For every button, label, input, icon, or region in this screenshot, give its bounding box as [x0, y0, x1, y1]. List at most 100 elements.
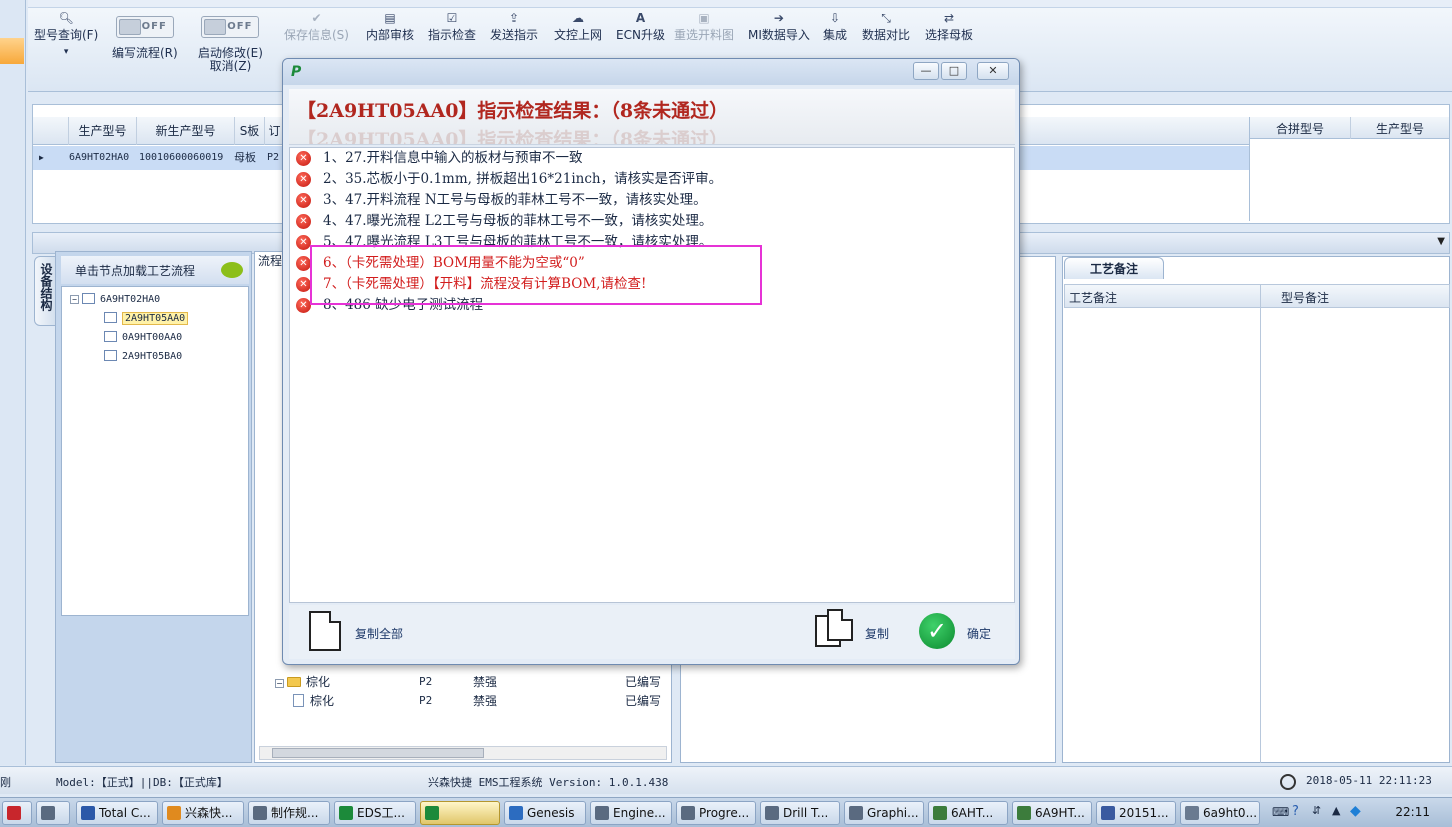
list-item[interactable]: ✕ 1、27.开料信息中输入的板材与预审不一致 — [296, 148, 583, 168]
table-cell[interactable]: 10010600060019 — [135, 146, 223, 170]
speech-bubble-icon[interactable] — [221, 262, 243, 278]
scrollbar-thumb[interactable] — [272, 748, 484, 758]
column-header[interactable]: 型号备注 — [1281, 289, 1329, 306]
app-tray-icon[interactable]: ◆ — [1350, 803, 1361, 819]
taskbar-item[interactable]: EDS工... — [334, 801, 416, 825]
chevron-down-icon[interactable]: ▾ — [64, 47, 69, 57]
column-header[interactable]: 合拼型号 — [1276, 120, 1324, 137]
cloud-upload-icon: ☁ — [572, 11, 584, 25]
mi-data-import-button[interactable]: ➔ MI数据导入 — [748, 10, 810, 43]
table-cell[interactable]: 母板 — [230, 146, 256, 170]
select-master-board-button[interactable]: ⇄ 选择母板 — [925, 10, 973, 43]
list-item[interactable]: ✕ 2、35.芯板小于0.1mm, 拼板超出16*21inch，请核实是否评审。 — [296, 169, 722, 189]
taskbar-item[interactable]: Progre... — [676, 801, 756, 825]
compress-icon: ⤡ — [881, 11, 891, 25]
table-cell[interactable]: P2 — [263, 146, 279, 170]
process-row[interactable]: 棕化 P2 禁强 已编写 — [293, 692, 661, 710]
taskbar-item[interactable]: Total C... — [76, 801, 158, 825]
taskbar-item[interactable]: 20151... — [1096, 801, 1176, 825]
tree-node[interactable]: 2A9HT05BA0 — [104, 349, 182, 365]
tab-process-notes[interactable]: 工艺备注 — [1064, 257, 1164, 279]
horizontal-scrollbar[interactable] — [259, 746, 667, 760]
taskbar-item[interactable]: Graphi... — [844, 801, 924, 825]
ok-button[interactable]: ✓ 确定 — [917, 605, 1007, 659]
list-item[interactable]: ✕ 4、47.曝光流程 L2工号与母板的菲林工号不一致，请核实处理。 — [296, 211, 712, 231]
tree-node-selected[interactable]: 2A9HT05AA0 — [104, 311, 189, 327]
close-button[interactable]: ✕ — [977, 62, 1009, 80]
integrate-button[interactable]: ⇩ 集成 — [823, 10, 847, 43]
column-header[interactable]: 新生产型号 — [137, 117, 235, 145]
collapse-icon[interactable]: − — [70, 295, 79, 304]
process-row[interactable]: − 棕化 P2 禁强 已编写 — [275, 673, 661, 691]
print-icon: ▤ — [384, 11, 396, 25]
enable-edit-toggle[interactable]: OFF 启动修改(E) 取消(Z) — [198, 16, 263, 82]
internal-review-button[interactable]: ▤ 内部审核 — [366, 10, 414, 43]
status-app-version: 兴森快捷 EMS工程系统 Version: 1.0.1.438 — [428, 776, 669, 789]
equipment-structure-tab[interactable]: 设备结构 — [34, 256, 56, 326]
checkbox-icon: ☑ — [446, 11, 458, 25]
taskbar-item[interactable]: 6A9HT... — [1012, 801, 1092, 825]
list-item[interactable]: ✕ 3、47.开料流程 N工号与母板的菲林工号不一致，请核实处理。 — [296, 190, 707, 210]
error-icon: ✕ — [296, 256, 311, 271]
merge-model-panel: 合拼型号 生产型号 — [1249, 117, 1449, 221]
row-indicator-icon: ▶ — [39, 153, 44, 162]
app-icon — [1017, 806, 1031, 820]
column-header[interactable]: 工艺备注 — [1069, 289, 1117, 306]
help-icon[interactable]: ? — [1292, 804, 1299, 819]
download-icon: ⇩ — [829, 11, 841, 25]
write-process-toggle[interactable]: OFF 编写流程(R) — [112, 16, 178, 65]
model-query-button[interactable]: 🔍︎ 型号查询(F) ▾ — [34, 10, 98, 57]
collapse-icon[interactable]: − — [275, 679, 284, 688]
check-circle-icon: ✓ — [919, 613, 955, 649]
shuffle-icon: ⇄ — [943, 11, 955, 25]
toggle-switch[interactable]: OFF — [201, 16, 260, 38]
table-cell[interactable]: 6A9HT02HA0 — [65, 146, 129, 170]
tree-view: −6A9HT02HA0 2A9HT05AA0 0A9HT00AA0 2A9HT0… — [61, 286, 249, 616]
tree-node[interactable]: −6A9HT02HA0 — [70, 292, 160, 308]
chevron-up-icon[interactable]: ▲ — [1332, 804, 1340, 817]
send-instruction-button[interactable]: ⇪ 发送指示 — [490, 10, 538, 43]
dialog-titlebar[interactable]: P — □ ✕ — [283, 59, 1019, 85]
cancel-edit-label[interactable]: 取消(Z) — [210, 59, 252, 73]
taskbar-item[interactable]: 兴森快... — [162, 801, 244, 825]
quicklaunch-calculator[interactable] — [36, 801, 70, 825]
column-header[interactable]: S板 — [235, 117, 265, 145]
clock-time[interactable]: 22:11 — [1395, 805, 1430, 819]
toggle-switch[interactable]: OFF — [115, 16, 174, 38]
save-info-button[interactable]: ✔ 保存信息(S) — [284, 10, 349, 43]
copy-all-button[interactable]: 复制全部 — [307, 605, 417, 659]
instruction-check-button[interactable]: ☑ 指示检查 — [428, 10, 476, 43]
taskbar-item[interactable]: Drill T... — [760, 801, 840, 825]
ecn-upgrade-button[interactable]: A ECN升级 — [616, 10, 665, 43]
clock-icon — [1280, 774, 1296, 790]
taskbar-item[interactable]: 6a9ht0... — [1180, 801, 1260, 825]
data-compare-button[interactable]: ⤡ 数据对比 — [862, 10, 910, 43]
keyboard-icon[interactable]: ⌨ — [1272, 805, 1289, 819]
dock-tab[interactable] — [0, 38, 24, 64]
column-header[interactable]: 生产型号 — [1376, 120, 1424, 137]
app-icon — [167, 806, 181, 820]
network-icon[interactable]: ⇵ — [1312, 804, 1321, 817]
maximize-button[interactable]: □ — [941, 62, 967, 80]
app-icon — [1101, 806, 1115, 820]
app-icon — [339, 806, 353, 820]
reselect-cutting-chart-button[interactable]: ▣ 重选开料图 — [674, 10, 734, 43]
taskbar-item[interactable]: 制作规... — [248, 801, 330, 825]
chevron-down-icon[interactable]: ▼ — [1437, 236, 1445, 247]
taskbar-item-active[interactable] — [420, 801, 500, 825]
status-bar: 刚 Model:【正式】||DB:【正式库】 兴森快捷 EMS工程系统 Vers… — [0, 766, 1452, 794]
column-header[interactable]: 生产型号 — [69, 117, 137, 145]
doc-control-online-button[interactable]: ☁ 文控上网 — [554, 10, 602, 43]
error-icon: ✕ — [296, 172, 311, 187]
tree-node[interactable]: 0A9HT00AA0 — [104, 330, 182, 346]
error-icon: ✕ — [296, 193, 311, 208]
image-icon: ▣ — [698, 11, 710, 25]
taskbar-item[interactable]: Genesis — [504, 801, 586, 825]
merge-header: 合拼型号 生产型号 — [1250, 117, 1449, 139]
check-result-dialog: P — □ ✕ 【2A9HT05AA0】指示检查结果：（8条未通过） 【2A9H… — [282, 58, 1020, 665]
taskbar-item[interactable]: Engine... — [590, 801, 672, 825]
copy-button[interactable]: 复制 — [813, 605, 903, 659]
start-button[interactable] — [2, 801, 32, 825]
taskbar-item[interactable]: 6AHT... — [928, 801, 1008, 825]
minimize-button[interactable]: — — [913, 62, 939, 80]
